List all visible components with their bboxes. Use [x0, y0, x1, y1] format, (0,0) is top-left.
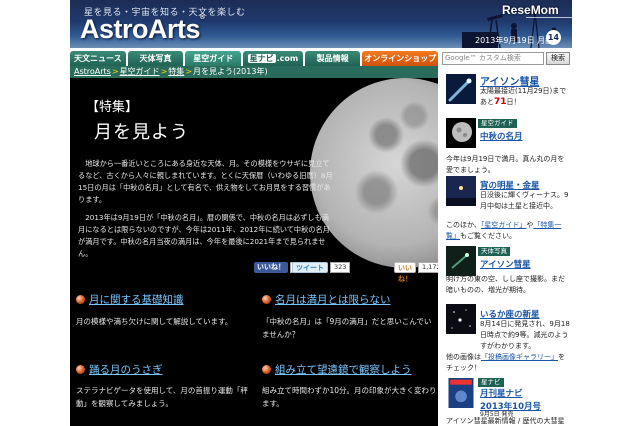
- section-desc: 組み立て時間わずか10分。月の印象が大きく変わります。: [262, 386, 437, 408]
- article-paragraph-2: 2013年は9月19日が「中秋の名月」。暦の関係で、中秋の名月は必ずしも満月にな…: [78, 213, 330, 258]
- ison-countdown-suffix: 日！: [506, 98, 521, 106]
- section-desc: ステラナビゲータを使用して、月の首振り運動「秤動」を観察してみましょう。: [76, 386, 248, 408]
- mixi-like[interactable]: いいね！ 1,172: [394, 261, 438, 283]
- bullet-icon: [262, 295, 271, 304]
- hoshinavi-suffix: .com: [276, 54, 299, 63]
- comet-thumbnail[interactable]: [446, 74, 476, 104]
- moon-age-badge: 14: [546, 30, 561, 45]
- hoshinavi-label: 星ナビ: [478, 378, 504, 387]
- harvest-moon-link[interactable]: 中秋の名月: [480, 130, 523, 142]
- page-margin-right: [572, 0, 640, 426]
- registered-mark: ®: [200, 14, 205, 21]
- section-desc: 「中秋の名月」は「9月の満月」だと思いこんでいませんか？: [262, 317, 432, 339]
- more-links-before: このほか、: [446, 221, 481, 229]
- tab-hoshinavi[interactable]: 星ナビ .com: [243, 51, 303, 66]
- breadcrumb: AstroArts>星空ガイド>特集>月を見よう(2013年): [70, 66, 438, 78]
- bullet-icon: [262, 365, 271, 374]
- section-link-harvest-moon[interactable]: 名月は満月とは限らない: [262, 292, 391, 307]
- tab-sky-guide[interactable]: 星空ガイド: [185, 51, 242, 66]
- breadcrumb-home[interactable]: AstroArts: [74, 67, 111, 76]
- right-sidebar: アイソン彗星 太陽最接近(11月29日)まであと71日！ 星空ガイド 中秋の名月…: [442, 68, 572, 426]
- venus-thumbnail[interactable]: [446, 176, 476, 206]
- site-logo-text: AstroArts: [80, 14, 201, 44]
- tab-astronomy-news[interactable]: 天文ニュース: [70, 51, 126, 66]
- bullet-icon: [76, 295, 85, 304]
- hoshinavi-prefix: 星ナビ: [247, 54, 276, 63]
- tweet-button[interactable]: ツイート: [292, 262, 328, 273]
- search-button[interactable]: 検索: [546, 52, 570, 65]
- watermark-logo: ReseMom: [502, 3, 559, 17]
- tweet-share[interactable]: ツイート 323: [292, 261, 351, 274]
- watermark-underline: [526, 17, 572, 18]
- gallery-before: 他の画像は: [446, 353, 481, 361]
- ison-countdown-text: 太陽最接近(11月29日)まであと: [480, 87, 567, 106]
- page-margin-left: [0, 0, 70, 426]
- ison-photo-link[interactable]: アイソン彗星: [480, 258, 531, 270]
- article-paragraph-1: 地球から一番近いところにある身近な天体、月。その模様をウサギに見立てるなど、古く…: [78, 159, 333, 204]
- more-links-after: もご覧ください。: [460, 232, 516, 240]
- article-title: 月を見よう: [94, 122, 189, 143]
- nova-thumbnail[interactable]: [446, 304, 476, 334]
- harvest-moon-text: 今年は9月19日で満月。真ん丸の月を愛でましょう。: [446, 155, 565, 174]
- site-header: 星を見る・宇宙を知る・天文を楽しむ AstroArts® 2013年9月19日 …: [70, 0, 572, 48]
- breadcrumb-separator: >: [185, 67, 192, 76]
- venus-text: 日没後に輝くヴィーナス。9月中旬は土星と接近中。: [480, 191, 569, 210]
- mixi-like-button[interactable]: いいね！: [394, 262, 416, 283]
- gallery-link[interactable]: 「投稿画像ギャラリー」: [481, 353, 558, 361]
- facebook-like-button[interactable]: いいね！: [254, 262, 288, 273]
- current-date: 2013年9月19日 月齢: [475, 36, 554, 45]
- mixi-like-count: 1,172: [418, 262, 438, 273]
- section-desc: 月の模様や満ち欠けに関して解説しています。: [76, 317, 233, 326]
- section-title: 名月は満月とは限らない: [275, 294, 391, 306]
- breadcrumb-separator: >: [160, 67, 168, 76]
- site-logo[interactable]: AstroArts®: [80, 14, 205, 45]
- tab-online-shop[interactable]: オンラインショップ: [362, 51, 438, 66]
- search-input[interactable]: Google™ カスタム検索: [442, 52, 544, 65]
- section-link-moon-basics[interactable]: 月に関する基礎知識: [76, 292, 184, 307]
- harvest-moon-thumbnail[interactable]: [446, 118, 476, 148]
- article-main: 【特集】 月を見よう 地球から一番近いところにある身近な天体、月。その模様をウサ…: [70, 78, 438, 426]
- astro-photo-label: 天体写真: [478, 247, 510, 256]
- breadcrumb-feature[interactable]: 特集: [168, 67, 184, 76]
- breadcrumb-sky-guide[interactable]: 星空ガイド: [120, 67, 160, 76]
- bullet-icon: [76, 365, 85, 374]
- gallery-text: 他の画像は「投稿画像ギャラリー」をチェック！: [446, 352, 570, 374]
- tab-astro-photos[interactable]: 天体写真: [127, 51, 184, 66]
- monthly-hoshinavi-link[interactable]: 月刊星ナビ: [480, 387, 523, 399]
- main-navigation: 天文ニュース 天体写真 星空ガイド 星ナビ .com 製品情報 オンラインショップ: [70, 51, 438, 66]
- ison-photo-thumbnail[interactable]: [446, 246, 476, 276]
- section-link-telescope-kit[interactable]: 組み立て望遠鏡で観察しよう: [262, 362, 412, 377]
- ison-countdown: 太陽最接近(11月29日)まであと71日！: [480, 86, 570, 108]
- article-tag: 【特集】: [86, 100, 139, 115]
- sky-guide-link[interactable]: 「星空ガイド」: [481, 221, 527, 229]
- sky-guide-label: 星空ガイド: [478, 119, 517, 128]
- section-title: 組み立て望遠鏡で観察しよう: [275, 364, 412, 376]
- tab-product-info[interactable]: 製品情報: [304, 51, 361, 66]
- magazine-headline: アイソン彗星最新情報 / 歴代の大彗星: [446, 417, 565, 425]
- ison-photo-text: 明け方の東の空、しし座で撮影。まだ暗いものの、増光が期待。: [446, 275, 565, 294]
- breadcrumb-current: 月を見よう(2013年): [192, 67, 268, 76]
- nova-text: 8月14日に発見され、9月18日時点で約9等。減光のようすがわかります。: [480, 320, 570, 350]
- ison-days-left: 71: [494, 97, 507, 107]
- section-link-dancing-rabbit[interactable]: 踊る月のうさぎ: [76, 362, 163, 377]
- section-title: 踊る月のうさぎ: [89, 364, 163, 376]
- tweet-count: 323: [330, 262, 351, 273]
- more-links-text: このほか、「星空ガイド」や「特集一覧」もご覧ください。: [446, 220, 570, 242]
- section-title: 月に関する基礎知識: [89, 294, 184, 306]
- magazine-cover-thumbnail[interactable]: [446, 378, 476, 408]
- breadcrumb-separator: >: [111, 67, 119, 76]
